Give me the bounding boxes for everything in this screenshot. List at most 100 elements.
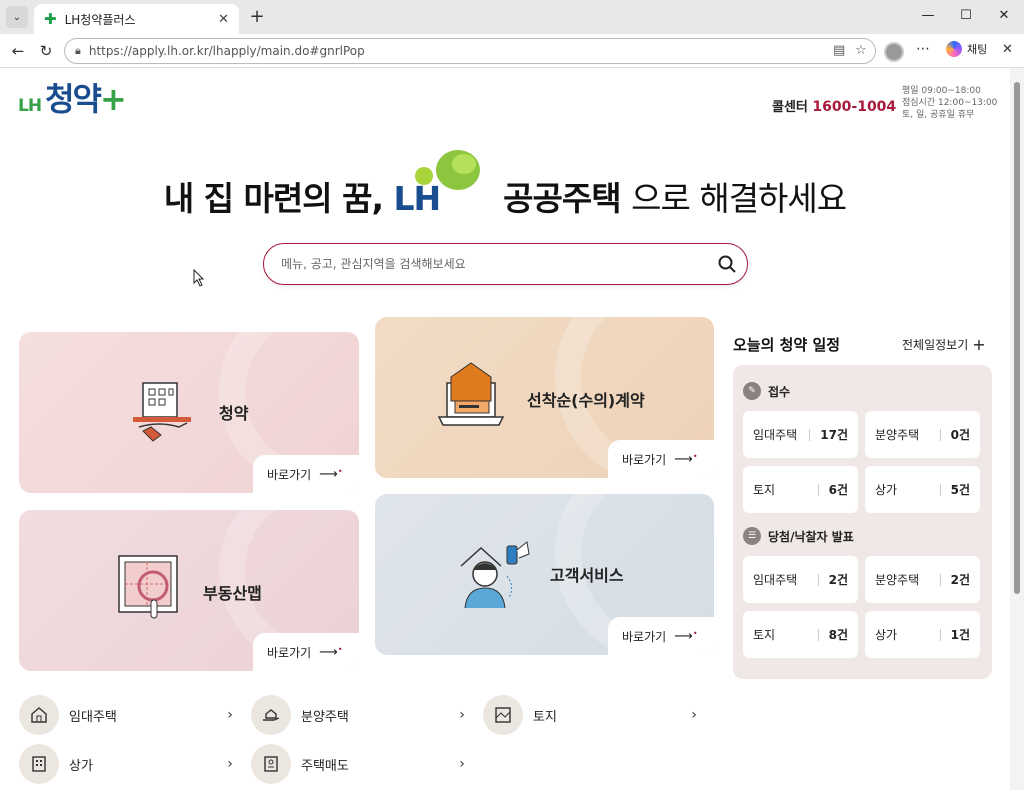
tab-list-button[interactable]: ⌄: [6, 6, 28, 28]
callcenter: 콜센터 1600-1004: [772, 96, 896, 115]
card-apply-go-link[interactable]: 바로가기 ⟶•: [253, 455, 359, 493]
arrow-right-icon: ⟶•: [319, 466, 343, 482]
document-icon: [251, 744, 291, 784]
card-apply[interactable]: 청약 바로가기 ⟶•: [19, 332, 359, 493]
cell-label: 분양주택: [875, 573, 920, 587]
favorite-star-icon[interactable]: ☆: [855, 43, 867, 58]
lock-icon: 🔒︎: [75, 44, 81, 57]
quick-link-label: 임대주택: [69, 709, 117, 725]
cell-label: 토지: [753, 483, 776, 497]
browser-chrome: ⌄ ✚ LH청약플러스 ✕ + — ☐ ✕ ← ↻ 🔒︎ https://app…: [0, 0, 1024, 68]
result-title: 당첨/낙찰자 발표: [768, 529, 854, 544]
hero-text-2: 공공주택: [503, 179, 621, 218]
receipt-section-header: ✎ 접수: [743, 382, 790, 400]
quick-link-label: 토지: [533, 709, 557, 725]
go-label: 바로가기: [267, 467, 312, 482]
chevron-right-icon: ›: [227, 756, 233, 772]
scrollbar-thumb[interactable]: [1014, 82, 1020, 594]
lh-logo[interactable]: LH 청약 +: [18, 82, 127, 116]
arrow-right-icon: ⟶•: [674, 628, 698, 644]
search-box: [263, 243, 748, 285]
quick-link-label: 분양주택: [301, 709, 349, 725]
cell-count: 2건: [828, 573, 848, 587]
map-magnifier-icon: [118, 555, 178, 619]
minimize-button[interactable]: —: [918, 8, 938, 26]
business-hours: 평일 09:00~18:00 점심시간 12:00~13:00 토, 일, 공휴…: [902, 85, 997, 121]
hero-brand: LH: [393, 179, 442, 218]
result-commercial[interactable]: 상가 1건: [865, 611, 980, 658]
land-map-icon: [483, 695, 523, 735]
receipt-commercial[interactable]: 상가 5건: [865, 466, 980, 513]
mouse-cursor-icon: [193, 269, 205, 287]
cell-count: 2건: [950, 573, 970, 587]
schedule-view-all-link[interactable]: 전체일정보기 +: [902, 335, 986, 354]
profile-avatar[interactable]: [884, 42, 904, 62]
card-map-go-link[interactable]: 바로가기 ⟶•: [253, 633, 359, 671]
chevron-right-icon: ›: [691, 707, 697, 723]
sidebar-close-icon[interactable]: ✕: [1002, 42, 1013, 57]
receipt-sale[interactable]: 분양주택 0건: [865, 411, 980, 458]
address-bar[interactable]: 🔒︎ https://apply.lh.or.kr/lhapply/main.d…: [64, 38, 876, 64]
quick-link-sale[interactable]: 분양주택 ›: [251, 695, 469, 735]
arrow-right-icon: ⟶•: [674, 451, 698, 467]
first-come-laptop-house-icon: [437, 362, 505, 426]
cell-count: 5건: [950, 483, 970, 497]
card-first-come-title: 선착순(수의)계약: [527, 391, 645, 410]
card-realestate-map[interactable]: 부동산맵 바로가기 ⟶•: [19, 510, 359, 671]
maximize-button[interactable]: ☐: [956, 8, 976, 26]
cell-count: 6건: [828, 483, 848, 497]
copilot-chat-button[interactable]: 채팅: [946, 41, 987, 57]
browser-tab[interactable]: ✚ LH청약플러스 ✕: [34, 4, 239, 34]
pencil-icon: ✎: [743, 382, 761, 400]
receipt-rental[interactable]: 임대주택 17건: [743, 411, 858, 458]
chevron-right-icon: ›: [227, 707, 233, 723]
list-icon: ☰: [743, 527, 761, 545]
quick-link-label: 상가: [69, 758, 93, 774]
callcenter-label: 콜센터: [772, 100, 808, 115]
schedule-panel: ✎ 접수 임대주택 17건 분양주택 0건 토지 6건 상가 5건 ☰ 당첨/낙찰자 발…: [733, 365, 992, 679]
quick-link-commercial[interactable]: 상가 ›: [19, 744, 237, 784]
customer-service-person-icon: [460, 541, 530, 609]
chevron-right-icon: ›: [459, 707, 465, 723]
cell-label: 분양주택: [875, 428, 920, 442]
callcenter-number[interactable]: 1600-1004: [812, 99, 896, 115]
page-scrollbar[interactable]: [1010, 68, 1024, 790]
card-service-go-link[interactable]: 바로가기 ⟶•: [608, 617, 714, 655]
card-customer-service[interactable]: 고객서비스 바로가기 ⟶•: [375, 494, 714, 655]
receipt-title: 접수: [768, 384, 791, 399]
tab-bar: ⌄ ✚ LH청약플러스 ✕ + — ☐ ✕: [0, 0, 1024, 34]
logo-main-text: 청약: [45, 80, 102, 118]
more-menu-icon[interactable]: ⋯: [916, 41, 930, 57]
card-apply-title: 청약: [219, 404, 249, 423]
cell-label: 임대주택: [753, 573, 798, 587]
reader-mode-icon[interactable]: ▤: [833, 43, 845, 58]
tab-close-icon[interactable]: ✕: [218, 12, 229, 27]
hero-headline: 내 집 마련의 꿈, LH 공공주택 으로 해결하세요: [0, 172, 1010, 220]
card-first-come[interactable]: 선착순(수의)계약 바로가기 ⟶•: [375, 317, 714, 478]
result-land[interactable]: 토지 8건: [743, 611, 858, 658]
result-sale[interactable]: 분양주택 2건: [865, 556, 980, 603]
quick-link-rental[interactable]: 임대주택 ›: [19, 695, 237, 735]
chevron-right-icon: ›: [459, 756, 465, 772]
cell-count: 0건: [950, 428, 970, 442]
card-first-come-go-link[interactable]: 바로가기 ⟶•: [608, 440, 714, 478]
copilot-icon: [946, 41, 962, 57]
view-all-label: 전체일정보기: [902, 338, 969, 352]
search-icon[interactable]: [707, 254, 747, 274]
cell-count: 8건: [828, 628, 848, 642]
quick-link-house-sell[interactable]: 주택매도 ›: [251, 744, 469, 784]
copilot-label: 채팅: [967, 43, 988, 56]
new-tab-button[interactable]: +: [246, 6, 268, 28]
cell-count: 17건: [820, 428, 848, 442]
result-rental[interactable]: 임대주택 2건: [743, 556, 858, 603]
search-input[interactable]: [281, 257, 707, 271]
hours-closed: 토, 일, 공휴일 휴무: [902, 110, 975, 120]
receipt-land[interactable]: 토지 6건: [743, 466, 858, 513]
cell-label: 임대주택: [753, 428, 798, 442]
building-icon: [19, 744, 59, 784]
refresh-icon[interactable]: ↻: [36, 41, 56, 61]
go-label: 바로가기: [622, 629, 667, 644]
quick-link-land[interactable]: 토지 ›: [483, 695, 701, 735]
back-icon[interactable]: ←: [8, 41, 28, 61]
window-close-button[interactable]: ✕: [994, 8, 1014, 26]
